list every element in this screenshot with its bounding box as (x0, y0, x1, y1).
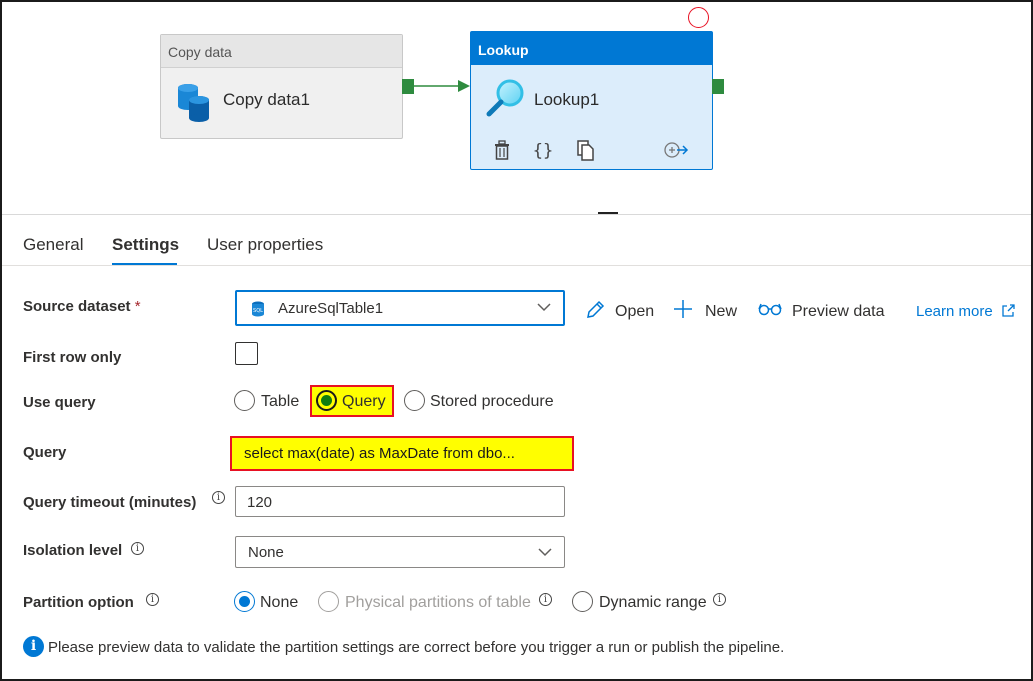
radio-partition-none[interactable] (234, 591, 255, 612)
resize-handle[interactable] (598, 212, 618, 214)
error-indicator-icon (688, 7, 709, 28)
radio-dynamic-range[interactable] (572, 591, 593, 612)
copy-node-name: Copy data1 (223, 90, 310, 109)
learn-more-link[interactable]: Learn more (916, 303, 1015, 320)
lookup-node-name: Lookup1 (534, 90, 600, 109)
panel-divider (2, 214, 1031, 215)
delete-icon[interactable] (491, 139, 513, 161)
radio-partition-none-label: None (260, 594, 299, 611)
use-query-label: Use query (23, 394, 96, 411)
query-value: select max(date) as MaxDate from dbo... (244, 445, 515, 462)
clone-icon[interactable] (575, 139, 597, 161)
tab-divider (2, 265, 1031, 266)
radio-physical-partitions-label: Physical partitions of table (345, 594, 531, 611)
radio-query-label: Query (342, 393, 386, 410)
lookup-output-connector[interactable] (712, 79, 724, 94)
query-timeout-value: 120 (247, 494, 273, 511)
tab-settings[interactable]: Settings (112, 235, 179, 255)
external-link-icon (1002, 304, 1015, 317)
success-arrow (412, 80, 470, 92)
new-button[interactable]: New (673, 298, 743, 326)
radio-table-label: Table (261, 393, 300, 410)
copy-data-activity[interactable]: Copy data Copy data1 (160, 34, 403, 139)
source-dataset-label: Source dataset * (23, 298, 141, 315)
isolation-level-label: Isolation level (23, 542, 123, 559)
dynamic-range-info-icon[interactable]: i (713, 593, 726, 606)
radio-physical-partitions (318, 591, 339, 612)
source-dataset-dropdown[interactable]: SQL AzureSqlTable1 (235, 290, 565, 326)
glasses-icon (758, 303, 782, 316)
isolation-level-dropdown[interactable]: None (235, 536, 565, 568)
svg-text:{}: {} (533, 141, 553, 161)
lookup-activity[interactable]: Lookup Lookup1 {} (470, 31, 713, 170)
physical-partitions-info-icon[interactable]: i (539, 593, 552, 606)
query-timeout-input[interactable]: 120 (235, 486, 565, 517)
database-icon (178, 84, 209, 122)
query-timeout-label: Query timeout (minutes) (23, 494, 197, 511)
radio-table[interactable] (234, 390, 255, 411)
svg-text:SQL: SQL (253, 308, 263, 314)
add-output-icon[interactable] (663, 139, 689, 161)
chevron-down-icon (538, 548, 552, 557)
chevron-down-icon (537, 303, 551, 312)
open-button[interactable]: Open (584, 298, 659, 326)
query-label: Query (23, 444, 67, 461)
preview-data-button[interactable]: Preview data (758, 298, 888, 326)
first-row-only-label: First row only (23, 349, 122, 366)
required-marker: * (134, 298, 141, 315)
isolation-level-value: None (248, 544, 284, 561)
query-timeout-info-icon[interactable]: i (212, 491, 225, 504)
copy-node-header: Copy data (161, 35, 402, 68)
sql-icon: SQL (252, 301, 264, 317)
partition-option-label: Partition option (23, 594, 134, 611)
source-dataset-value: AzureSqlTable1 (278, 300, 384, 317)
partition-option-info-icon[interactable]: i (146, 593, 159, 606)
info-message: Please preview data to validate the part… (48, 639, 785, 656)
tab-user-properties[interactable]: User properties (207, 235, 323, 255)
pencil-icon (587, 300, 605, 318)
radio-dynamic-range-label: Dynamic range (599, 594, 707, 611)
plus-icon (674, 300, 692, 318)
info-icon: i (23, 636, 44, 657)
radio-stored-procedure[interactable] (404, 390, 425, 411)
isolation-level-info-icon[interactable]: i (131, 542, 144, 555)
magnifier-icon (486, 79, 524, 117)
query-input[interactable]: select max(date) as MaxDate from dbo... (230, 436, 574, 471)
tab-general[interactable]: General (23, 235, 83, 255)
code-icon[interactable]: {} (532, 139, 554, 161)
radio-stored-procedure-label: Stored procedure (430, 393, 554, 410)
first-row-only-checkbox[interactable] (235, 342, 258, 365)
radio-query[interactable] (316, 390, 337, 411)
lookup-node-header: Lookup (471, 32, 712, 65)
